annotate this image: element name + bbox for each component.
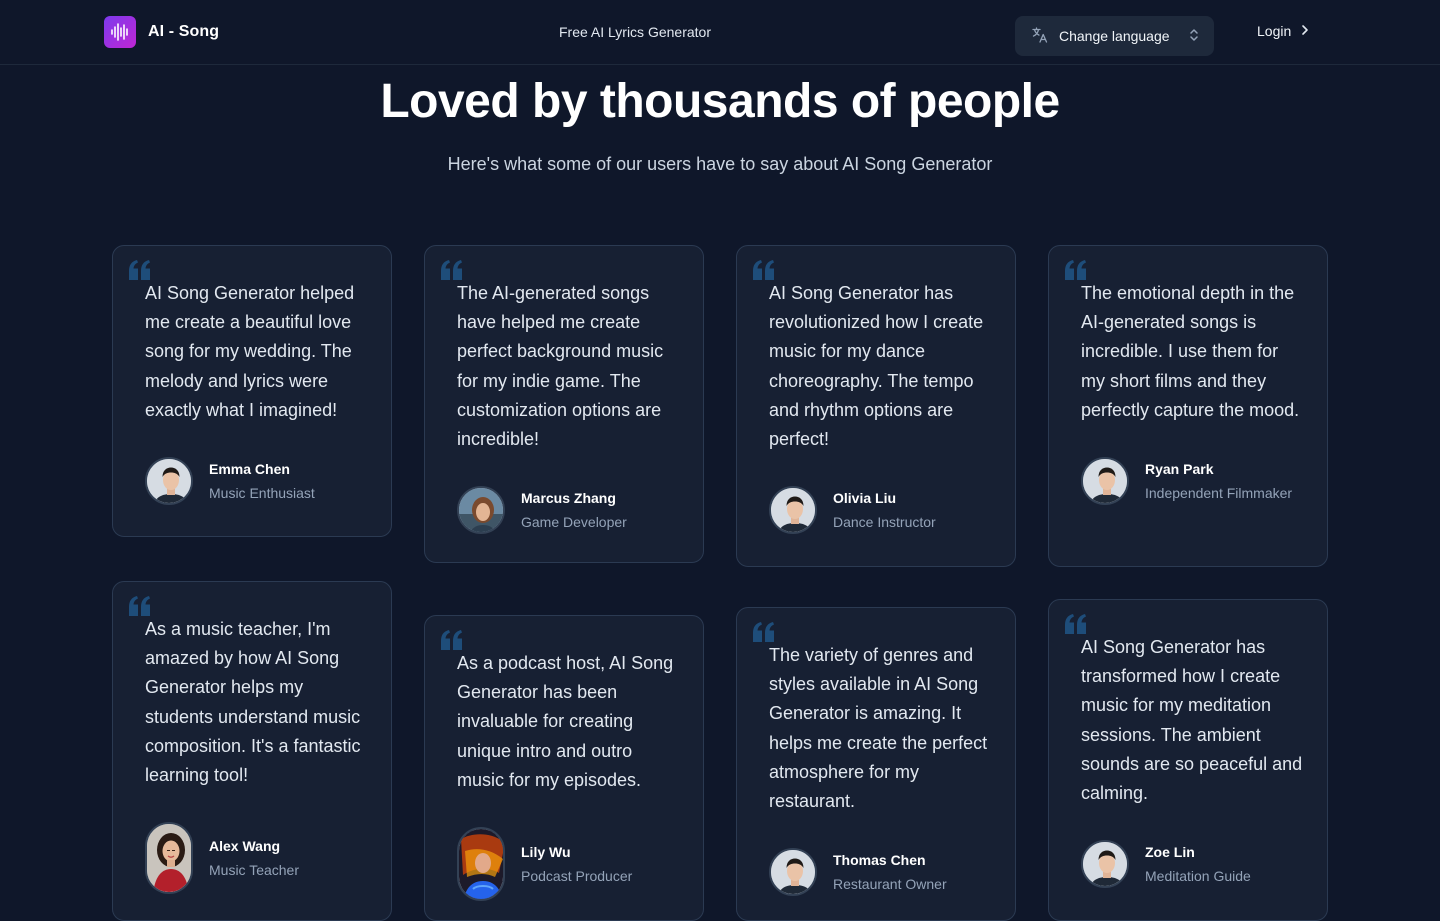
- author-role: Podcast Producer: [521, 868, 633, 885]
- author-name: Lily Wu: [521, 844, 571, 861]
- section-title: Loved by thousands of people: [380, 75, 1060, 128]
- avatar: [769, 848, 817, 897]
- testimonial-text: AI Song Generator helped me create a bea…: [145, 283, 355, 420]
- section-subtitle: Here's what some of our users have to sa…: [447, 154, 993, 174]
- change-language-button[interactable]: Change language: [1015, 16, 1214, 56]
- login-label: Login: [1257, 23, 1292, 39]
- author-name: Marcus Zhang: [521, 490, 616, 507]
- author-name: Emma Chen: [209, 461, 290, 478]
- testimonial-text: AI Song Generator has revolutionized how…: [769, 283, 984, 450]
- quote-icon: [753, 622, 775, 642]
- author-info: Marcus Zhang Game Developer: [521, 490, 627, 530]
- avatar: [457, 827, 505, 902]
- quote-icon: [129, 260, 151, 280]
- quote-icon: [129, 596, 151, 616]
- author-info: Ryan Park Independent Filmmaker: [1145, 461, 1292, 501]
- author-role: Music Teacher: [209, 862, 300, 879]
- author-role: Meditation Guide: [1145, 868, 1251, 885]
- author-role: Music Enthusiast: [209, 485, 315, 502]
- avatar: [145, 457, 193, 506]
- author-role: Restaurant Owner: [833, 876, 947, 893]
- author-role: Dance Instructor: [833, 514, 936, 531]
- author-info: Alex Wang Music Teacher: [209, 838, 299, 878]
- testimonial-author: Zoe Lin Meditation Guide: [1081, 840, 1303, 889]
- avatar: [145, 822, 193, 895]
- translate-icon: [1031, 26, 1049, 47]
- top-navigation-bar: AI - Song Free AI Lyrics Generator Chang…: [0, 0, 1440, 65]
- testimonial-author: Alex Wang Music Teacher: [145, 822, 367, 895]
- testimonial-author: Thomas Chen Restaurant Owner: [769, 848, 991, 897]
- quote-icon: [753, 260, 775, 280]
- avatar: [769, 486, 817, 535]
- testimonial-card: As a music teacher, I'm amazed by how AI…: [112, 581, 392, 921]
- avatar: [457, 486, 505, 535]
- author-role: Game Developer: [521, 514, 627, 531]
- author-name: Alex Wang: [209, 838, 281, 855]
- avatar: [1081, 457, 1129, 506]
- testimonial-text: The variety of genres and styles availab…: [769, 645, 988, 812]
- testimonial-text: As a podcast host, AI Song Generator has…: [457, 653, 674, 790]
- author-name: Ryan Park: [1145, 461, 1214, 478]
- testimonial-author: Marcus Zhang Game Developer: [457, 486, 679, 535]
- quote-icon: [1065, 614, 1087, 634]
- quote-icon: [441, 260, 463, 280]
- author-role: Independent Filmmaker: [1145, 485, 1293, 502]
- testimonial-author: Emma Chen Music Enthusiast: [145, 457, 367, 506]
- author-info: Lily Wu Podcast Producer: [521, 844, 632, 884]
- author-name: Zoe Lin: [1145, 844, 1195, 861]
- testimonial-card: AI Song Generator has transformed how I …: [1048, 599, 1328, 921]
- testimonial-text: The emotional depth in the AI-generated …: [1081, 283, 1300, 420]
- testimonial-card: AI Song Generator has revolutionized how…: [736, 245, 1016, 567]
- author-info: Thomas Chen Restaurant Owner: [833, 852, 947, 892]
- testimonial-text: The AI-generated songs have helped me cr…: [457, 283, 664, 450]
- quote-icon: [441, 630, 463, 650]
- testimonial-card: AI Song Generator helped me create a bea…: [112, 245, 392, 537]
- testimonial-author: Lily Wu Podcast Producer: [457, 827, 679, 902]
- author-name: Thomas Chen: [833, 852, 926, 869]
- testimonial-author: Olivia Liu Dance Instructor: [769, 486, 991, 535]
- testimonial-card: The AI-generated songs have helped me cr…: [424, 245, 704, 563]
- chevron-up-down-icon: [1188, 27, 1200, 46]
- testimonial-card: As a podcast host, AI Song Generator has…: [424, 615, 704, 921]
- author-info: Emma Chen Music Enthusiast: [209, 461, 315, 501]
- author-info: Olivia Liu Dance Instructor: [833, 490, 936, 530]
- testimonial-card: The variety of genres and styles availab…: [736, 607, 1016, 921]
- testimonial-author: Ryan Park Independent Filmmaker: [1081, 457, 1303, 506]
- quote-icon: [1065, 260, 1087, 280]
- author-name: Olivia Liu: [833, 490, 897, 507]
- testimonial-card: The emotional depth in the AI-generated …: [1048, 245, 1328, 567]
- testimonial-text: As a music teacher, I'm amazed by how AI…: [145, 619, 361, 786]
- testimonial-text: AI Song Generator has transformed how I …: [1081, 637, 1303, 804]
- avatar: [1081, 840, 1129, 889]
- change-language-label: Change language: [1059, 28, 1170, 44]
- chevron-right-icon: [1301, 23, 1309, 39]
- author-info: Zoe Lin Meditation Guide: [1145, 844, 1251, 884]
- login-link[interactable]: Login: [1257, 23, 1309, 39]
